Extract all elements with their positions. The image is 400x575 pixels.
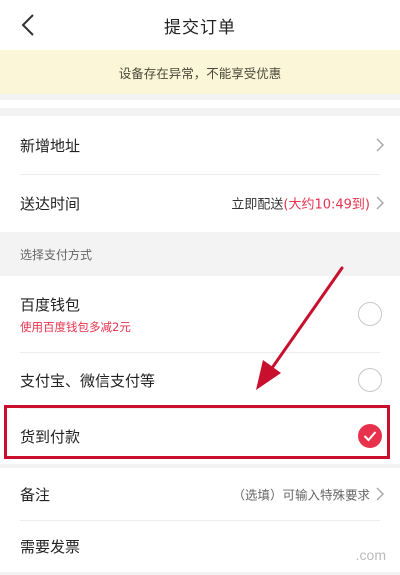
remark-placeholder: （选填）可输入特殊要求: [232, 487, 370, 503]
delivery-time-mode: 立即配送: [231, 197, 284, 213]
delivery-time-label: 送达时间: [20, 194, 81, 213]
watermark: .com: [355, 547, 386, 563]
page-title: 提交订单: [164, 17, 236, 38]
payment-options: 百度钱包 使用百度钱包多减2元 支付宝、微信支付等 货到付款: [0, 276, 400, 464]
warning-text: 设备存在异常，不能享受优惠: [118, 65, 282, 81]
add-address-label: 新增地址: [20, 136, 81, 155]
invoice-row[interactable]: 需要发票: [0, 520, 400, 572]
payment-option-baidu-wallet[interactable]: 百度钱包 使用百度钱包多减2元: [0, 276, 400, 352]
delivery-time-estimate: (大约10:49到): [283, 197, 370, 213]
chevron-right-icon: [376, 487, 385, 501]
chevron-right-icon: [376, 196, 385, 210]
payment-option-name: 支付宝、微信支付等: [20, 371, 156, 390]
invoice-label: 需要发票: [20, 537, 81, 556]
delivery-time-row[interactable]: 送达时间 立即配送(大约10:49到): [0, 174, 400, 232]
remark-row[interactable]: 备注 （选填）可输入特殊要求: [0, 468, 400, 520]
envelope-stripe: [0, 100, 400, 108]
envelope-stripe-decoration: [0, 107, 400, 108]
remark-label: 备注: [20, 485, 51, 504]
radio-button-checked[interactable]: [358, 424, 382, 448]
payment-option-name: 百度钱包: [20, 295, 81, 314]
nav-header: 提交订单: [0, 0, 400, 50]
delivery-time-value: 立即配送(大约10:49到): [231, 194, 370, 213]
payment-section-title-text: 选择支付方式: [20, 247, 93, 262]
chevron-right-icon: [376, 138, 385, 152]
payment-section-title: 选择支付方式: [0, 232, 400, 276]
payment-option-name: 货到付款: [20, 427, 81, 446]
warning-banner: 设备存在异常，不能享受优惠: [0, 50, 400, 94]
checkmark-icon: [363, 431, 377, 442]
add-address-row[interactable]: 新增地址: [0, 116, 400, 174]
extra-section: 备注 （选填）可输入特殊要求 需要发票: [0, 468, 400, 572]
back-button[interactable]: [14, 10, 44, 40]
radio-button[interactable]: [358, 302, 382, 326]
radio-button[interactable]: [358, 368, 382, 392]
payment-option-promo: 使用百度钱包多减2元: [20, 319, 131, 334]
chevron-left-icon: [21, 14, 34, 36]
payment-option-cash-on-delivery[interactable]: 货到付款: [0, 408, 400, 464]
payment-option-alipay-wechat[interactable]: 支付宝、微信支付等: [0, 352, 400, 408]
address-section: 新增地址 送达时间 立即配送(大约10:49到): [0, 116, 400, 232]
